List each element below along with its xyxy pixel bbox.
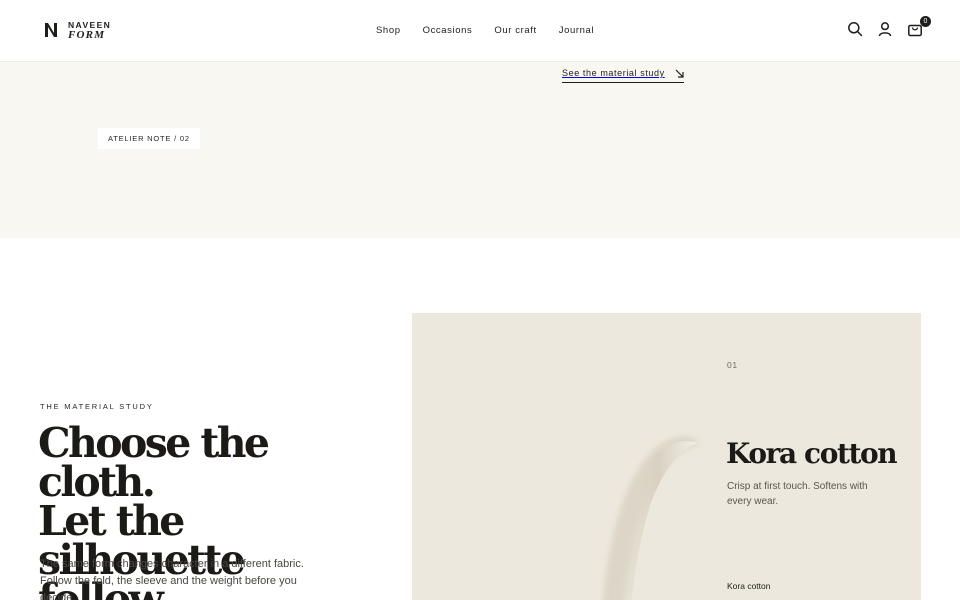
fabric-fold-image [603,436,700,600]
card-index: 01 [727,360,738,370]
card-swatch-label: Kora cotton [727,581,771,591]
card-title: Kora cotton [726,437,898,470]
nav-item-occasions[interactable]: Occasions [423,25,473,36]
nav-item-journal[interactable]: Journal [559,25,594,36]
account-button[interactable] [876,20,894,38]
material-link-label: See the material study [562,68,665,78]
cart-count-badge: 0 [920,16,931,27]
brand-wordmark: NAVEEN FORM [68,20,111,41]
section-body: The same form changes character in a dif… [40,558,304,600]
search-icon [848,22,863,37]
user-icon [878,22,892,37]
nav-item-our-craft[interactable]: Our craft [494,25,536,36]
logo-mark-icon [45,23,57,37]
atelier-note-section: See the material study ATELIER NOTE / 02 [0,62,960,238]
see-material-study-link[interactable]: See the material study [562,68,684,83]
brand-name-line2: FORM [68,29,106,41]
card-description: Crisp at first touch. Softens with every… [727,481,868,507]
nav-item-shop[interactable]: Shop [376,25,401,36]
atelier-note-tag: ATELIER NOTE / 02 [98,128,200,149]
cart-button[interactable]: 0 [906,16,931,38]
headline-line-1: Choose the cloth. [38,419,270,506]
search-button[interactable] [846,20,864,38]
header-actions: 0 [846,16,931,38]
main-nav: Shop Occasions Our craft Journal [376,25,594,36]
section-eyebrow: THE MATERIAL STUDY [40,402,154,411]
fabric-card[interactable]: 01 Kora cotton Crisp at first touch. Sof… [412,313,921,600]
site-header: NAVEEN FORM Shop Occasions Our craft Jou… [0,0,960,62]
brand-logo[interactable]: NAVEEN FORM [44,20,111,41]
arrow-down-right-icon [675,69,684,78]
